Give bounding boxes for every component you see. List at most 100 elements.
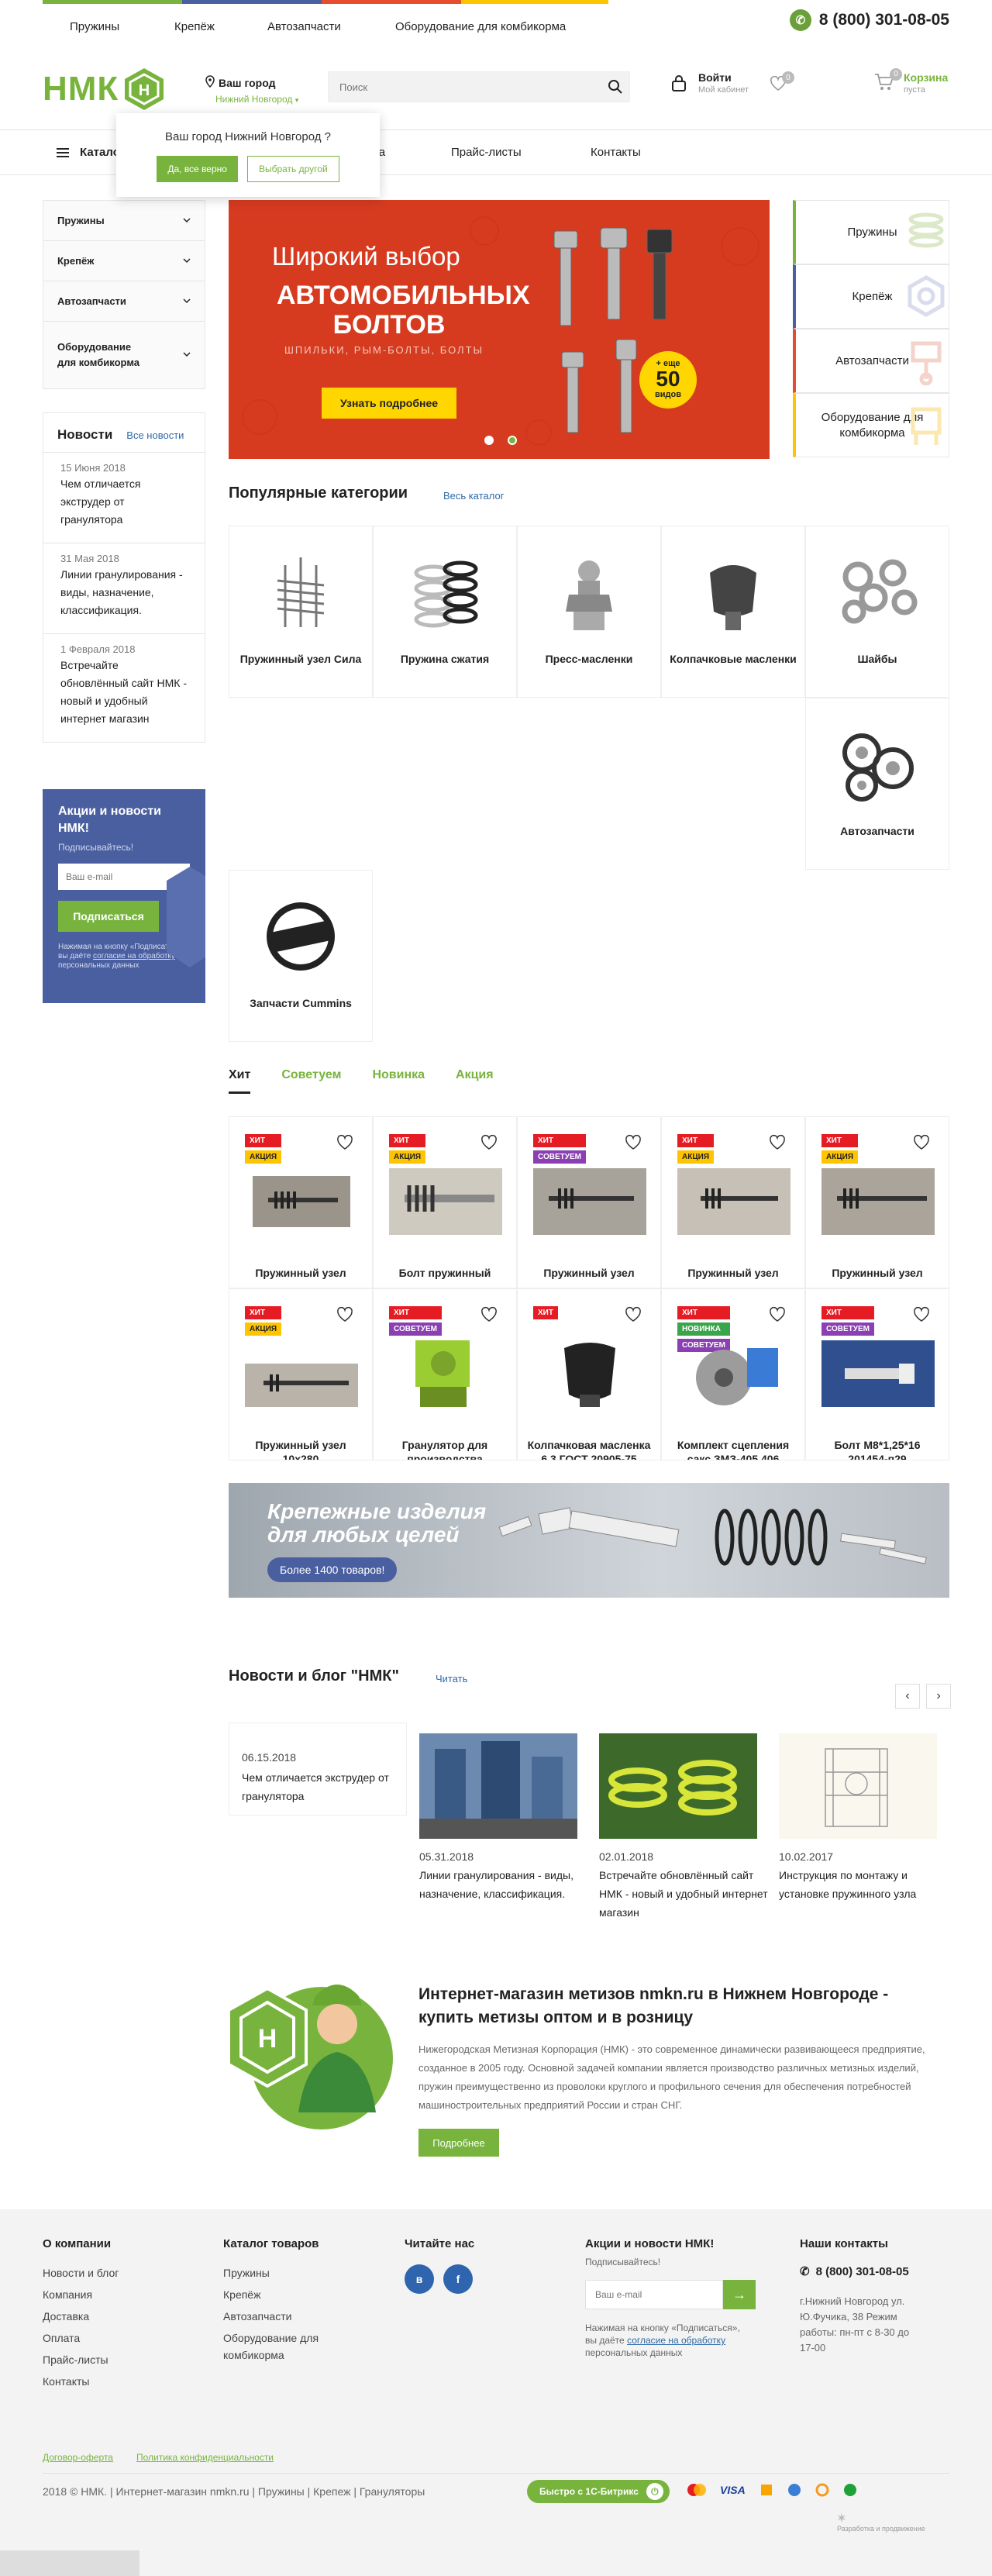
- footer-link[interactable]: Компания: [43, 2286, 119, 2303]
- heart-icon[interactable]: [769, 1134, 786, 1151]
- sidebar-item-fasteners[interactable]: Крепёж: [43, 241, 205, 281]
- offer-link[interactable]: Договор-оферта: [43, 2452, 113, 2463]
- nav-item-contacts[interactable]: Контакты: [591, 146, 641, 159]
- footer-link[interactable]: Оплата: [43, 2329, 119, 2347]
- hero-banner[interactable]: Широкий выбор АВТОМОБИЛЬНЫХ БОЛТОВ ШПИЛЬ…: [229, 200, 770, 459]
- sidebar-item-equipment[interactable]: Оборудование для комбикорма: [43, 322, 205, 388]
- heart-icon[interactable]: [480, 1306, 498, 1323]
- tile-fasteners[interactable]: Крепёж: [793, 264, 949, 329]
- fasteners-ad-banner[interactable]: Крепежные изделия для любых целей Более …: [229, 1483, 949, 1598]
- heart-icon[interactable]: [625, 1306, 642, 1323]
- footer-link[interactable]: Новости и блог: [43, 2264, 119, 2281]
- product-card[interactable]: ХИТ АКЦИЯ Пружинный узел: [805, 1116, 949, 1288]
- product-card[interactable]: ХИТ СОВЕТУЕМ Пружинный узел: [517, 1116, 661, 1288]
- footer-link[interactable]: Оборудование для комбикорма: [223, 2329, 339, 2364]
- heart-icon[interactable]: [913, 1134, 930, 1151]
- about-more-button[interactable]: Подробнее: [418, 2129, 499, 2157]
- category-card[interactable]: Запчасти Cummins: [229, 870, 373, 1042]
- city-choose-button[interactable]: Выбрать другой: [246, 156, 339, 182]
- search-icon[interactable]: [608, 79, 623, 95]
- banner-cta-button[interactable]: Узнать подробнее: [322, 388, 456, 419]
- sidebar-item-springs[interactable]: Пружины: [43, 201, 205, 241]
- tab-new[interactable]: Новинка: [372, 1068, 425, 1094]
- arrow-right-icon[interactable]: →: [723, 2280, 756, 2309]
- top-cat-springs[interactable]: Пружины: [70, 20, 119, 33]
- tile-springs[interactable]: Пружины: [793, 200, 949, 264]
- footer-link[interactable]: Автозапчасти: [223, 2308, 347, 2325]
- top-cat-autoparts[interactable]: Автозапчасти: [267, 20, 341, 33]
- counter-widget[interactable]: [0, 2550, 140, 2576]
- footer-consent-link[interactable]: согласие на обработку: [627, 2335, 725, 2346]
- footer-link[interactable]: Пружины: [223, 2264, 347, 2281]
- product-card[interactable]: ХИТ АКЦИЯ Болт пружинный: [373, 1116, 517, 1288]
- banner-dot-active[interactable]: [508, 436, 517, 445]
- search-input[interactable]: [329, 72, 592, 102]
- favorites-button[interactable]: 0: [770, 71, 794, 94]
- footer-link[interactable]: Контакты: [43, 2373, 119, 2390]
- header-phone[interactable]: ✆ 8 (800) 301-08-05: [789, 9, 949, 31]
- footer-link[interactable]: Прайс-листы: [43, 2351, 119, 2368]
- tab-hit[interactable]: Хит: [229, 1068, 251, 1094]
- subscribe-button[interactable]: Подписаться: [58, 901, 159, 932]
- top-cat-fasteners[interactable]: Крепёж: [174, 20, 215, 33]
- color-bar-autoparts: [322, 0, 461, 4]
- category-card[interactable]: Автозапчасти: [805, 698, 949, 870]
- tile-equipment[interactable]: Оборудование для комбикорма: [793, 393, 949, 457]
- blog-read-link[interactable]: Читать: [436, 1673, 467, 1685]
- footer-link[interactable]: Крепёж: [223, 2286, 347, 2303]
- all-news-link[interactable]: Все новости: [126, 429, 184, 441]
- news-item[interactable]: 31 Мая 2018 Линии гранулирования - виды,…: [43, 543, 205, 633]
- category-card[interactable]: Колпачковые масленки: [661, 526, 805, 698]
- full-catalog-link[interactable]: Весь каталог: [443, 490, 504, 502]
- category-card[interactable]: Пресс-масленки: [517, 526, 661, 698]
- blog-card[interactable]: 10.02.2017 Инструкция по монтажу и устан…: [768, 1723, 948, 1932]
- top-cat-equipment[interactable]: Оборудование для комбикорма: [395, 20, 566, 33]
- product-card[interactable]: ХИТ СОВЕТУЕМ Гранулятор для производства к…: [373, 1288, 517, 1460]
- blog-card[interactable]: 02.01.2018 Встречайте обновлённый сайт Н…: [588, 1723, 768, 1932]
- city-confirm-button[interactable]: Да, все верно: [157, 156, 238, 182]
- blog-card[interactable]: 05.31.2018 Линии гранулирования - виды, …: [408, 1723, 588, 1932]
- bitrix-badge[interactable]: Быстро с 1С-Битрикс ⏻: [527, 2480, 670, 2503]
- category-card[interactable]: Пружинный узел Сила: [229, 526, 373, 698]
- privacy-link[interactable]: Политика конфиденциальности: [136, 2452, 274, 2463]
- news-item[interactable]: 15 Июня 2018 Чем отличается экструдер от…: [43, 452, 205, 543]
- category-card[interactable]: Пружина сжатия: [373, 526, 517, 698]
- arrow-right-icon[interactable]: ›: [926, 1684, 951, 1709]
- heart-icon[interactable]: [480, 1134, 498, 1151]
- product-card[interactable]: ХИТ АКЦИЯ Пружинный узел 10х280: [229, 1288, 373, 1460]
- product-image: [415, 1340, 470, 1407]
- footer-link[interactable]: Доставка: [43, 2308, 119, 2325]
- tile-label: Автозапчасти: [835, 354, 909, 367]
- heart-icon[interactable]: [913, 1306, 930, 1323]
- tab-sale[interactable]: Акция: [456, 1068, 494, 1094]
- vk-icon[interactable]: в: [405, 2264, 434, 2294]
- product-card[interactable]: ХИТ СОВЕТУЕМ Болт М8*1,25*16 201454-п29: [805, 1288, 949, 1460]
- product-card[interactable]: ХИТ АКЦИЯ Пружинный узел: [229, 1116, 373, 1288]
- news-item[interactable]: 1 Февраля 2018 Встречайте обновлённый са…: [43, 633, 205, 742]
- logo[interactable]: НМК Н: [43, 67, 165, 112]
- footer-email-input[interactable]: [585, 2280, 723, 2309]
- heart-icon[interactable]: [336, 1306, 353, 1323]
- developer-credit[interactable]: ✶ Разработка и продвижение: [837, 2512, 925, 2533]
- product-card[interactable]: ХИТ АКЦИЯ Пружинный узел: [661, 1116, 805, 1288]
- heart-icon[interactable]: [336, 1134, 353, 1151]
- login-link[interactable]: Войти Мой кабинет: [670, 71, 749, 95]
- category-card[interactable]: Шайбы: [805, 526, 949, 698]
- heart-icon[interactable]: [769, 1306, 786, 1323]
- facebook-icon[interactable]: f: [443, 2264, 473, 2294]
- heart-icon[interactable]: [625, 1134, 642, 1151]
- product-card[interactable]: ХИТ НОВИНКА СОВЕТУЕМ Комплект сцепления сак…: [661, 1288, 805, 1460]
- svg-text:VISA: VISA: [720, 2484, 746, 2496]
- blog-card[interactable]: 06.15.2018 Чем отличается экструдер от г…: [229, 1723, 407, 1816]
- banner-dot[interactable]: [484, 436, 494, 445]
- nav-item-price-lists[interactable]: Прайс-листы: [451, 146, 522, 159]
- cart-link[interactable]: 0 Корзина пуста: [874, 67, 948, 95]
- city-selector[interactable]: Ваш город Нижний Новгород ▾: [200, 73, 298, 105]
- catalog-menu-button[interactable]: Каталог: [57, 146, 125, 159]
- product-card[interactable]: ХИТ Колпачковая масленка 6,3 ГОСТ 20905-7…: [517, 1288, 661, 1460]
- tab-recommended[interactable]: Советуем: [281, 1068, 341, 1094]
- arrow-left-icon[interactable]: ‹: [895, 1684, 920, 1709]
- tile-autoparts[interactable]: Автозапчасти: [793, 329, 949, 393]
- footer-phone[interactable]: ✆ 8 (800) 301-08-05: [800, 2264, 916, 2279]
- sidebar-item-autoparts[interactable]: Автозапчасти: [43, 281, 205, 322]
